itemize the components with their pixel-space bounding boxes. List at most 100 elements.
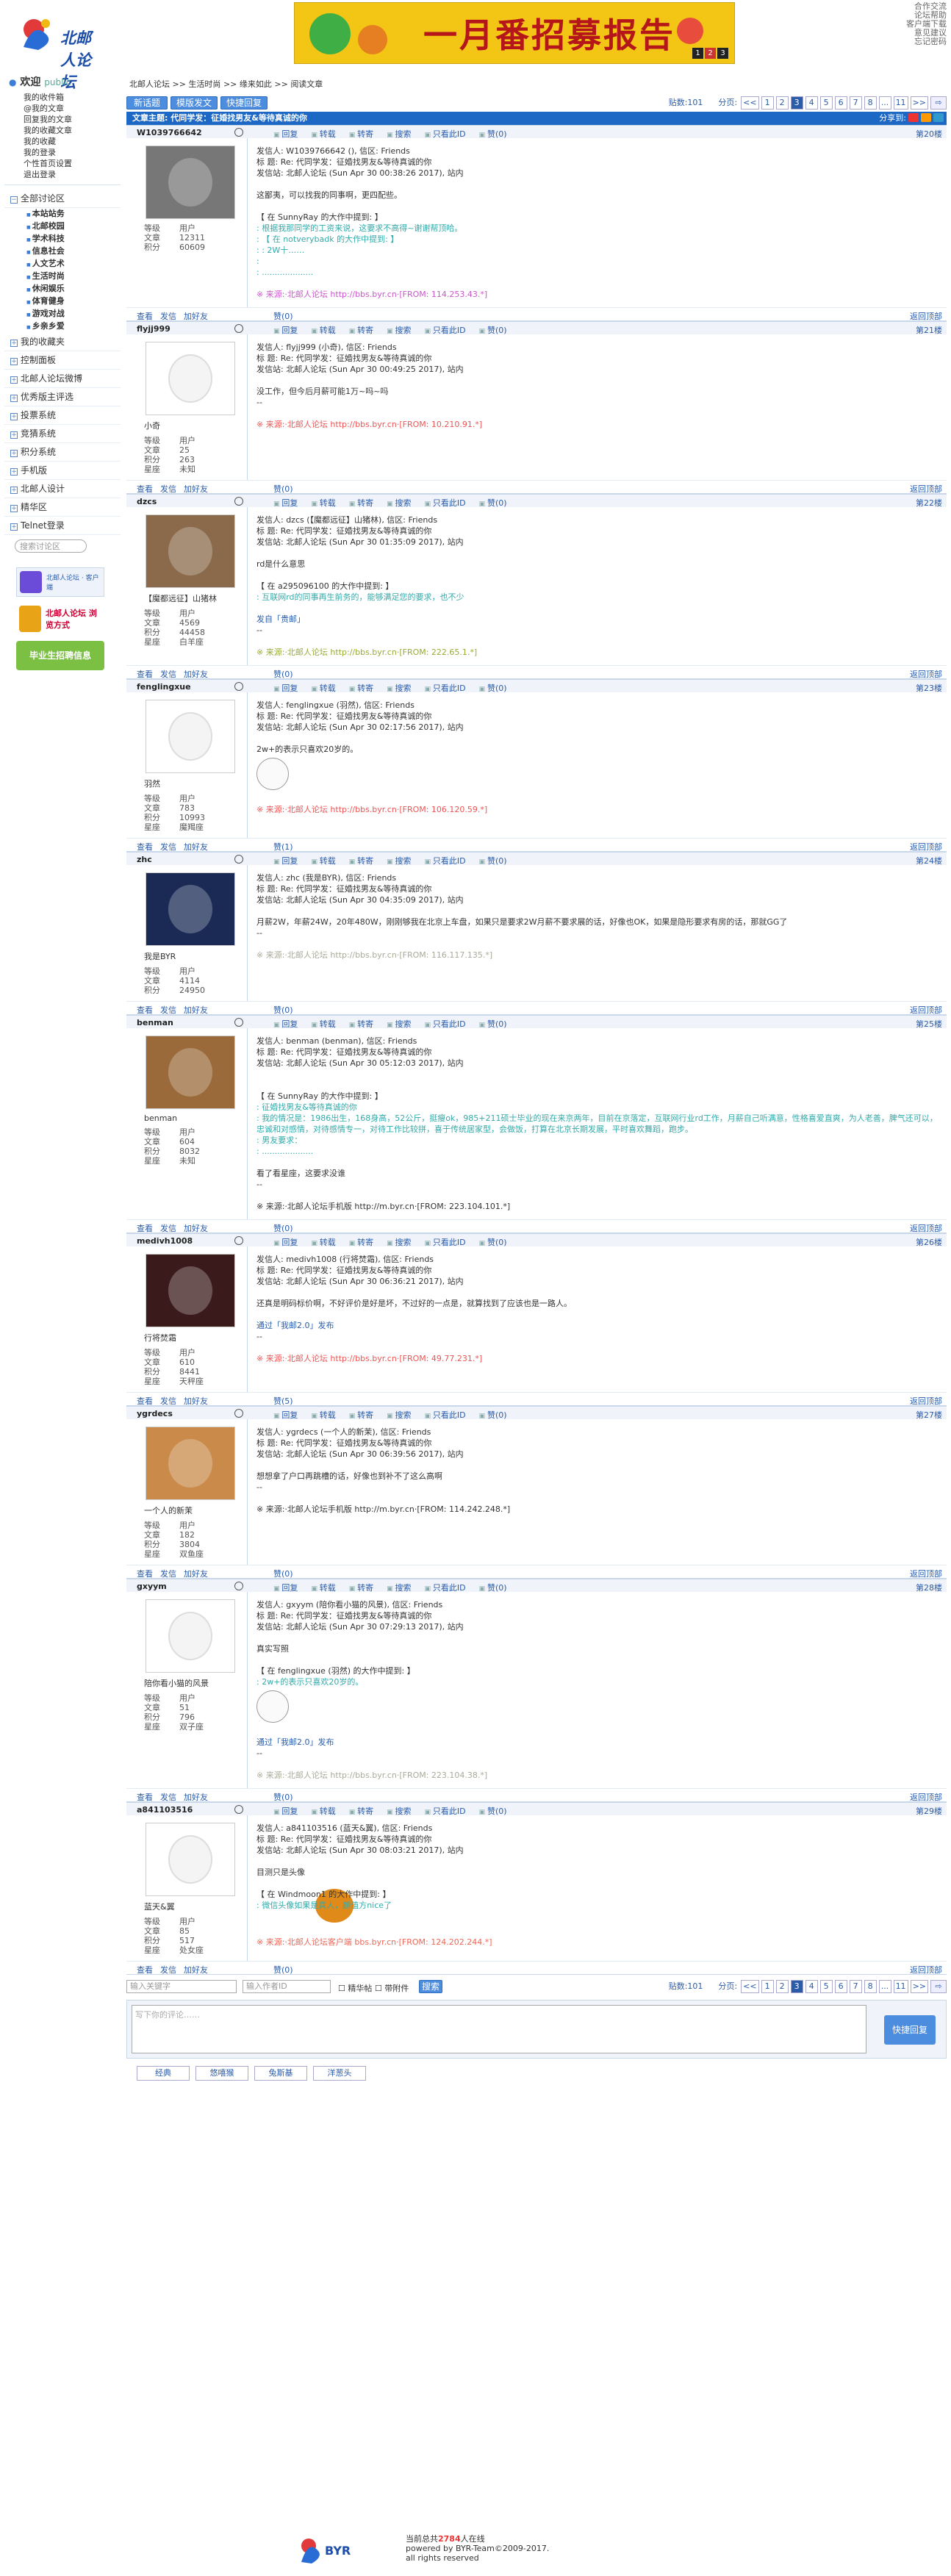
emotion-tab[interactable]: 经典 xyxy=(137,2066,190,2081)
post-action-1[interactable]: 转载 xyxy=(311,498,335,508)
post-action-2[interactable]: 转寄 xyxy=(349,1410,373,1420)
section-item[interactable]: 人文艺术 xyxy=(4,258,121,270)
section-item[interactable]: 游戏对战 xyxy=(4,308,121,320)
page-link[interactable]: 1 xyxy=(761,96,774,110)
sidebar-link[interactable]: 我的登录 xyxy=(4,147,121,158)
sidebar-link[interactable]: 个性首页设置 xyxy=(4,158,121,169)
user-action[interactable]: 查看 xyxy=(137,1793,153,1802)
post-action-5[interactable]: 赞(0) xyxy=(479,1583,507,1593)
post-action-3[interactable]: 搜索 xyxy=(387,1583,411,1593)
template-post-button[interactable]: 模版发文 xyxy=(171,96,218,110)
post-action-2[interactable]: 转寄 xyxy=(349,129,373,139)
section-item[interactable]: 本站站务 xyxy=(4,208,121,220)
sidebar-link[interactable]: @我的文章 xyxy=(4,103,121,114)
keyword-input[interactable]: 输入关键字 xyxy=(126,1980,237,1993)
post-action-1[interactable]: 转载 xyxy=(311,1238,335,1247)
quick-reply-button[interactable]: 快捷回复 xyxy=(220,96,268,110)
post-author-id[interactable]: W1039766642 xyxy=(137,128,202,137)
user-action[interactable]: 发信 xyxy=(160,842,176,852)
sidebar-category[interactable]: + 控制面板 xyxy=(4,351,121,370)
post-action-2[interactable]: 转寄 xyxy=(349,326,373,335)
expand-icon[interactable]: + xyxy=(10,450,18,457)
back-to-top[interactable]: 返回顶部 xyxy=(910,310,942,322)
post-action-4[interactable]: 只看此ID xyxy=(425,498,466,508)
page-link[interactable]: 2 xyxy=(775,1980,789,1993)
back-to-top[interactable]: 返回顶部 xyxy=(910,1791,942,1803)
floor-number[interactable]: 第20楼 xyxy=(916,128,942,140)
banner-page[interactable]: 1 xyxy=(692,48,703,59)
post-author-id[interactable]: dzcs xyxy=(137,497,157,506)
page-link[interactable]: 6 xyxy=(834,96,847,110)
expand-icon[interactable]: + xyxy=(10,358,18,365)
author-input[interactable]: 输入作者ID xyxy=(243,1980,331,1993)
user-action[interactable]: 加好友 xyxy=(184,1005,208,1015)
page-link[interactable]: ... xyxy=(878,96,891,110)
post-action-5[interactable]: 赞(0) xyxy=(479,1238,507,1247)
page-link[interactable]: 2 xyxy=(775,96,789,110)
page-link[interactable]: 8 xyxy=(864,1980,877,1993)
post-action-3[interactable]: 搜索 xyxy=(387,129,411,139)
user-action[interactable]: 发信 xyxy=(160,670,176,679)
page-link[interactable]: 4 xyxy=(805,1980,818,1993)
back-to-top[interactable]: 返回顶部 xyxy=(910,668,942,680)
back-to-top[interactable]: 返回顶部 xyxy=(910,1964,942,1976)
post-action-1[interactable]: 转载 xyxy=(311,1410,335,1420)
floor-number[interactable]: 第22楼 xyxy=(916,497,942,509)
user-action[interactable]: 加好友 xyxy=(184,1793,208,1802)
page-link[interactable]: 5 xyxy=(819,96,833,110)
post-action-0[interactable]: 回复 xyxy=(273,1410,298,1420)
user-action[interactable]: 发信 xyxy=(160,1965,176,1975)
floor-number[interactable]: 第29楼 xyxy=(916,1805,942,1817)
post-action-4[interactable]: 只看此ID xyxy=(425,684,466,693)
post-action-0[interactable]: 回复 xyxy=(273,498,298,508)
page-link[interactable]: ... xyxy=(878,1980,891,1993)
post-action-2[interactable]: 转寄 xyxy=(349,498,373,508)
like-count[interactable]: 赞(0) xyxy=(273,1791,293,1803)
user-action[interactable]: 加好友 xyxy=(184,670,208,679)
sidebar-link[interactable]: 我的收藏文章 xyxy=(4,125,121,136)
banner-page[interactable]: 3 xyxy=(717,48,728,59)
user-action[interactable]: 加好友 xyxy=(184,312,208,321)
floor-number[interactable]: 第25楼 xyxy=(916,1018,942,1030)
user-action[interactable]: 查看 xyxy=(137,312,153,321)
post-action-4[interactable]: 只看此ID xyxy=(425,1019,466,1029)
section-item[interactable]: 学术科技 xyxy=(4,233,121,245)
post-action-1[interactable]: 转载 xyxy=(311,1807,335,1816)
page-link[interactable]: 7 xyxy=(849,96,862,110)
page-link[interactable]: 11 xyxy=(893,96,908,110)
section-item[interactable]: 信息社会 xyxy=(4,245,121,258)
like-count[interactable]: 赞(0) xyxy=(273,1568,293,1579)
sidebar-category[interactable]: + 投票系统 xyxy=(4,406,121,425)
top-link[interactable]: 忘记密码 xyxy=(906,37,947,46)
post-action-3[interactable]: 搜索 xyxy=(387,1238,411,1247)
like-count[interactable]: 赞(0) xyxy=(273,483,293,495)
post-action-2[interactable]: 转寄 xyxy=(349,1583,373,1593)
digest-checkbox[interactable]: ☐ 精华帖 xyxy=(338,1982,372,1994)
page-link[interactable]: 7 xyxy=(849,1980,862,1993)
expand-icon[interactable]: + xyxy=(10,376,18,384)
breadcrumb-item[interactable]: 生活时尚 xyxy=(188,79,220,89)
page-jump-icon[interactable]: ⇨ xyxy=(930,1980,947,1993)
user-action[interactable]: 查看 xyxy=(137,484,153,494)
user-action[interactable]: 发信 xyxy=(160,1793,176,1802)
post-author-id[interactable]: gxyym xyxy=(137,1582,167,1591)
post-action-5[interactable]: 赞(0) xyxy=(479,1807,507,1816)
page-link[interactable]: 8 xyxy=(864,96,877,110)
user-action[interactable]: 查看 xyxy=(137,1569,153,1579)
sidebar-category[interactable]: + 积分系统 xyxy=(4,443,121,462)
post-action-2[interactable]: 转寄 xyxy=(349,1019,373,1029)
user-action[interactable]: 加好友 xyxy=(184,1569,208,1579)
post-action-2[interactable]: 转寄 xyxy=(349,1238,373,1247)
floor-number[interactable]: 第21楼 xyxy=(916,324,942,336)
post-action-0[interactable]: 回复 xyxy=(273,856,298,866)
post-action-1[interactable]: 转载 xyxy=(311,684,335,693)
sidebar-link[interactable]: 我的收藏 xyxy=(4,136,121,147)
reply-submit-button[interactable]: 快捷回复 xyxy=(884,2015,936,2045)
sidebar-link[interactable]: 退出登录 xyxy=(4,169,121,180)
page-link[interactable]: 1 xyxy=(761,1980,774,1993)
user-action[interactable]: 加好友 xyxy=(184,1965,208,1975)
sidebar-category[interactable]: + 优秀版主评选 xyxy=(4,388,121,406)
post-author-id[interactable]: zhc xyxy=(137,855,152,864)
qzone-icon[interactable] xyxy=(921,113,931,122)
emotion-tab[interactable]: 悠嘻猴 xyxy=(195,2066,248,2081)
